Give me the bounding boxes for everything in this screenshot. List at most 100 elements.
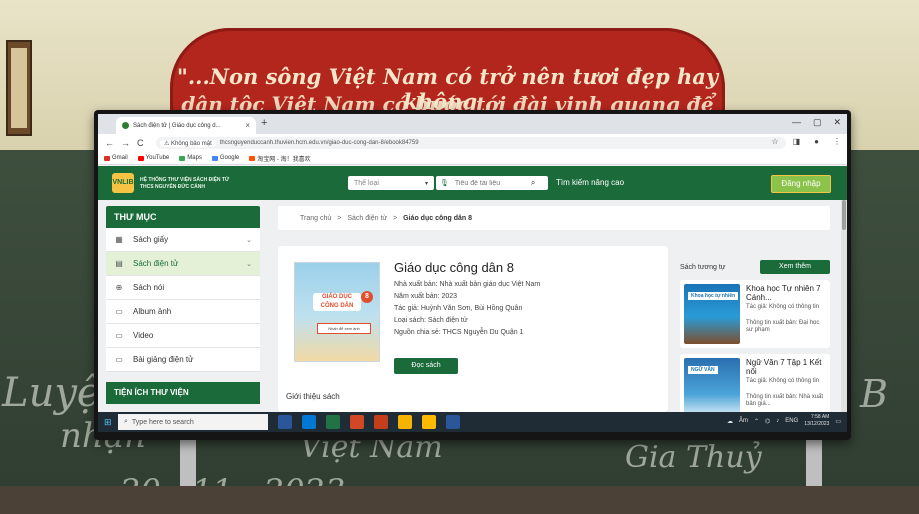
- maps-icon: [179, 155, 186, 161]
- excel-icon[interactable]: [326, 415, 340, 429]
- bookmark-label: Maps: [187, 155, 202, 161]
- word-icon[interactable]: [446, 415, 460, 429]
- powerpoint-icon[interactable]: [350, 415, 364, 429]
- chevron-down-icon[interactable]: ⌄: [246, 260, 252, 268]
- sidebar-item-audiobooks[interactable]: ⊕ Sách nói: [106, 276, 260, 300]
- login-button[interactable]: Đăng nhập: [771, 175, 831, 193]
- similar-book-cover[interactable]: NGỮ VĂN: [684, 358, 740, 418]
- bookmark-maps[interactable]: Maps: [179, 155, 202, 161]
- read-book-button[interactable]: Đọc sách: [394, 358, 458, 374]
- category-select[interactable]: Thể loại ▾: [348, 176, 434, 190]
- forward-icon[interactable]: →: [121, 138, 130, 148]
- similar-book-author: Tác giả: Không có thông tin: [746, 378, 820, 384]
- clock-date: 13/12/2023: [804, 421, 830, 427]
- advanced-search-link[interactable]: Tìm kiếm nâng cao: [556, 178, 624, 187]
- notification-icon[interactable]: ▭: [835, 418, 841, 425]
- television: Sách điện tử | Giáo dục công d... × + — …: [94, 110, 851, 440]
- bookmarks-bar: Gmail YouTube Maps Google 淘宝网 - 淘！我喜欢: [98, 152, 847, 165]
- book-publisher: Nhà xuất bản: Nhà xuất bản giáo dục Việt…: [394, 281, 541, 288]
- bookmark-google[interactable]: Google: [211, 155, 239, 161]
- edge-icon[interactable]: [302, 415, 316, 429]
- close-tab-icon[interactable]: ×: [245, 121, 250, 130]
- library-logo[interactable]: VNLIB: [112, 173, 134, 193]
- new-tab-button[interactable]: +: [261, 117, 267, 129]
- chalk-tray: [0, 486, 919, 514]
- url-text: thcsnguyenduccanh.thuvien.hcm.edu.vn/gia…: [219, 140, 419, 146]
- menu-icon[interactable]: ⋮: [833, 137, 841, 146]
- chevron-down-icon[interactable]: ⌄: [246, 236, 252, 244]
- windows-start-icon[interactable]: ⊞: [104, 417, 114, 427]
- breadcrumb-home[interactable]: Trang chủ: [300, 215, 331, 222]
- similar-book-cover[interactable]: Khoa học tự nhiên: [684, 284, 740, 344]
- windows-taskbar: ⊞ ⌕ Type here to search ☁ Âm ⌃ ⌬ ♪ ENG 7…: [98, 412, 847, 432]
- address-bar[interactable]: ⚠ Không bảo mật thcsnguyenduccanh.thuvie…: [156, 137, 786, 149]
- clock[interactable]: 7:58 AM 13/12/2023: [804, 414, 829, 428]
- maximize-icon[interactable]: ▢: [813, 117, 822, 128]
- breadcrumb-separator: >: [337, 214, 342, 222]
- page-scrollbar[interactable]: [841, 200, 847, 412]
- wall-picture-frame: [6, 40, 32, 136]
- weather-text: Âm: [739, 418, 748, 424]
- minimize-icon[interactable]: —: [792, 117, 801, 128]
- insecure-warning[interactable]: ⚠ Không bảo mật: [160, 139, 216, 147]
- sidebar-item-albums[interactable]: ▭ Album ảnh: [106, 300, 260, 324]
- reload-icon[interactable]: C: [137, 138, 144, 148]
- taskbar-search[interactable]: ⌕ Type here to search: [118, 414, 268, 430]
- office-icon[interactable]: [374, 415, 388, 429]
- sidebar-item-label: Sách nói: [133, 283, 165, 292]
- chalk-text: Gia Thuỷ: [625, 440, 762, 475]
- toolbar-actions: ☆ ◨ ● ⋮: [771, 137, 841, 146]
- tray-overflow-icon[interactable]: ⌃: [754, 418, 759, 425]
- sidebar-item-paper-books[interactable]: ▦ Sách giấy ⌄: [106, 228, 260, 252]
- book-icon: ▦: [115, 235, 123, 244]
- breadcrumb-section[interactable]: Sách điện tử: [347, 215, 387, 222]
- lecture-icon: ▭: [115, 355, 123, 364]
- cover-sticker: Nhấn để xem ảnh: [317, 323, 371, 334]
- tv-screen: Sách điện tử | Giáo dục công d... × + — …: [98, 114, 847, 432]
- bookmark-gmail[interactable]: Gmail: [104, 155, 128, 161]
- scrollbar-thumb[interactable]: [842, 200, 846, 230]
- sidebar-item-ebooks[interactable]: ▤ Sách điện tử ⌄: [106, 252, 260, 276]
- chrome-icon[interactable]: [398, 415, 412, 429]
- file-explorer-icon[interactable]: [422, 415, 436, 429]
- microphone-icon[interactable]: 🎙: [440, 179, 449, 187]
- sidepanel-icon[interactable]: ◨: [793, 137, 801, 146]
- back-icon[interactable]: ←: [105, 138, 114, 148]
- network-icon[interactable]: ⌬: [765, 418, 770, 425]
- weather-icon[interactable]: ☁: [727, 418, 733, 425]
- sidebar-item-video[interactable]: ▭ Video: [106, 324, 260, 348]
- close-window-icon[interactable]: ✕: [833, 117, 841, 128]
- tab-title: Sách điện tử | Giáo dục công d...: [133, 122, 221, 129]
- similar-book-name[interactable]: Khoa học Tự nhiên 7 Cánh...: [746, 284, 828, 302]
- similar-book-name[interactable]: Ngữ Văn 7 Tập 1 Kết nối: [746, 358, 828, 376]
- book-cover[interactable]: GIÁO DỤC CÔNG DÂN 8 Nhấn để xem ảnh: [294, 262, 380, 362]
- volume-icon[interactable]: ♪: [776, 418, 779, 424]
- similar-book-item[interactable]: Khoa học tự nhiên Khoa học Tự nhiên 7 Cá…: [680, 280, 830, 348]
- taskview-icon[interactable]: [278, 415, 292, 429]
- browser-toolbar: ← → C ⚠ Không bảo mật thcsnguyenduccanh.…: [98, 134, 847, 152]
- search-icon[interactable]: ⌕: [531, 178, 535, 188]
- browser-tab[interactable]: Sách điện tử | Giáo dục công d... ×: [116, 117, 256, 134]
- google-icon: [211, 155, 218, 161]
- gmail-icon: [104, 155, 110, 161]
- cover-grade: 8: [361, 291, 373, 303]
- book-source: Nguồn chia sẻ: THCS Nguyễn Du Quận 1: [394, 329, 524, 336]
- sidebar-item-lectures[interactable]: ▭ Bài giảng điện tử: [106, 348, 260, 372]
- audio-icon: ⊕: [115, 283, 123, 292]
- category-placeholder: Thể loại: [354, 179, 379, 187]
- bookmark-taobao[interactable]: 淘宝网 - 淘！我喜欢: [249, 154, 311, 163]
- chalk-text: B: [860, 372, 888, 416]
- breadcrumb-separator: >: [393, 214, 398, 222]
- taskbar-search-placeholder: Type here to search: [131, 418, 194, 426]
- language-indicator[interactable]: ENG: [785, 418, 798, 424]
- see-more-button[interactable]: Xem thêm: [760, 260, 830, 274]
- bookmark-star-icon[interactable]: ☆: [771, 137, 778, 146]
- book-title: Giáo dục công dân 8: [394, 260, 514, 275]
- book-year: Năm xuất bản: 2023: [394, 293, 458, 300]
- profile-icon[interactable]: ●: [814, 137, 819, 146]
- intro-heading: Giới thiệu sách: [286, 392, 340, 401]
- window-controls: — ▢ ✕: [792, 117, 841, 128]
- breadcrumb: Trang chủ > Sách điện tử > Giáo dục công…: [278, 206, 830, 230]
- search-input[interactable]: [452, 178, 527, 188]
- bookmark-youtube[interactable]: YouTube: [137, 155, 169, 161]
